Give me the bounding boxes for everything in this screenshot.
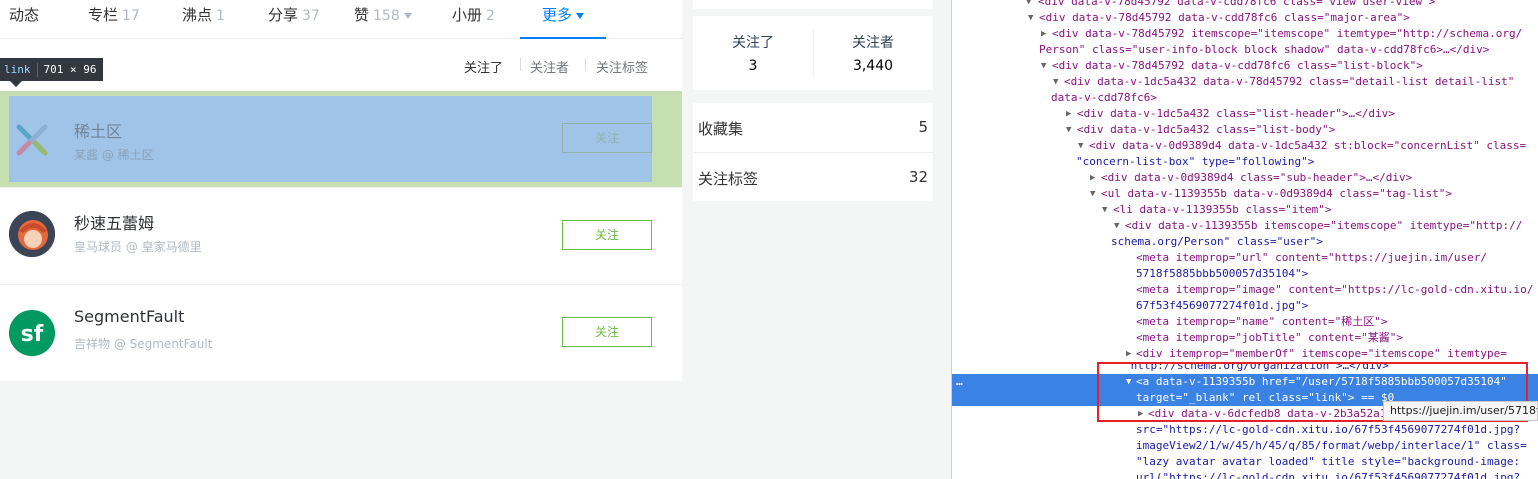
expanded-arrow-icon: ▼ [1053, 77, 1059, 87]
expanded-arrow-icon: ▼ [1041, 61, 1047, 71]
tab-likes[interactable]: 赞 158 [354, 0, 412, 39]
user-card-bottom [693, 0, 933, 9]
dom-node[interactable]: ▼ <div data-v-78d45792 data-v-cdd78fc6 cl… [952, 10, 1538, 26]
dom-node: imageView2/1/w/45/h/45/q/85/format/webp/… [1136, 439, 1527, 452]
dom-node: 5718f5885bbb500057d35104"> [1136, 267, 1309, 280]
collapsed-arrow-icon: ▶ [1041, 29, 1047, 39]
dom-node[interactable]: ▼ <div data-v-1dc5a432 data-v-78d45792 cl… [952, 74, 1538, 90]
avatar[interactable] [9, 211, 55, 257]
user-info: 皇马球员 @ 皇家马德里 [74, 240, 202, 254]
follow-button[interactable]: 关注 [562, 317, 652, 347]
followers-stat[interactable]: 关注者 3,440 [813, 32, 933, 74]
dom-node: url("https://lc-gold-cdn.xitu.io/67f53f4… [1136, 471, 1521, 479]
expanded-arrow-icon: ▼ [1028, 13, 1034, 23]
dom-node[interactable]: <meta itemprop="name" content="稀土区"> [952, 314, 1538, 330]
following-stat[interactable]: 关注了 3 [693, 32, 813, 74]
dom-node[interactable]: ▼ <ul data-v-1139355b data-v-0d9389d4 cla… [952, 186, 1538, 202]
user-name[interactable]: 稀土区 [74, 118, 122, 142]
dom-node: data-v-cdd78fc6> [1051, 91, 1157, 104]
dom-node: Person" class="user-info-block block sha… [1039, 43, 1490, 56]
dom-node[interactable]: ▼ <div data-v-78d45792 data-v-cdd78fc6 cl… [952, 58, 1538, 74]
dom-node: schema.org/Person" class="user"> [1111, 235, 1323, 248]
dom-node[interactable]: <meta itemprop="jobTitle" content="某酱"> [952, 330, 1538, 346]
chevron-down-icon [403, 12, 412, 19]
dom-node: 67f53f4569077274f01d.jpg"> [1136, 299, 1309, 312]
expanded-arrow-icon: ▼ [1114, 221, 1120, 231]
profile-main: 动态 专栏 17 沸点 1 分享 37 赞 158 小册 2 更多 关注了 关注者 关注标… [0, 0, 682, 479]
tab-activity[interactable]: 动态 [9, 0, 39, 39]
dom-node[interactable]: ▼ <div data-v-78d45792 data-v-cdd78fc6 cl… [952, 0, 1538, 10]
dom-node: "http://schema.org/Organization">…</div> [1124, 362, 1389, 372]
segmentfault-logo-icon: sf [9, 310, 55, 356]
collapsed-arrow-icon: ▶ [1066, 109, 1072, 119]
dom-node[interactable]: ▶ <div data-v-1dc5a432 class="list-header… [952, 106, 1538, 122]
follow-button[interactable]: 关注 [562, 123, 652, 153]
dom-node[interactable]: ▼ <li data-v-1139355b class="item"> [952, 202, 1538, 218]
divider [36, 63, 38, 77]
xitu-logo-icon [16, 124, 48, 156]
dom-node[interactable]: <meta itemprop="url" content="https://ju… [952, 250, 1538, 266]
dom-node: src="https://lc-gold-cdn.xitu.io/67f53f4… [1136, 423, 1521, 436]
user-name[interactable]: 秒速五蕾姆 [74, 210, 154, 234]
user-info: 某酱 @ 稀土区 [74, 148, 154, 162]
dom-node[interactable]: ▶ <div data-v-0d9389d4 class="sub-header"… [952, 170, 1538, 186]
collections-row[interactable]: 收藏集 5 [693, 103, 933, 152]
inspector-tooltip: link 701 × 96 [0, 58, 104, 87]
expanded-arrow-icon: ▼ [1078, 141, 1084, 151]
anime-avatar-icon [9, 211, 55, 257]
list-item[interactable]: 稀土区 某酱 @ 稀土区 关注 [0, 91, 682, 188]
tooltip-size: 701 × 96 [43, 63, 97, 76]
tab-booklets[interactable]: 小册 2 [452, 0, 495, 39]
dom-node[interactable]: ▶ <div data-v-78d45792 itemscope="itemsco… [952, 26, 1538, 42]
user-info: 吉祥物 @ SegmentFault [74, 337, 213, 351]
subtab-followers[interactable]: 关注者 [530, 57, 569, 76]
expanded-arrow-icon: ▼ [1102, 205, 1108, 215]
divider [520, 58, 521, 71]
profile-tabs: 动态 专栏 17 沸点 1 分享 37 赞 158 小册 2 更多 [0, 0, 682, 39]
follow-button[interactable]: 关注 [562, 220, 652, 250]
collapsed-arrow-icon: ▶ [1090, 173, 1096, 183]
more-stats: 收藏集 5 关注标签 32 [693, 103, 933, 201]
tooltip-tag: link [4, 63, 31, 76]
more-options-icon[interactable]: … [956, 374, 963, 390]
following-list: 稀土区 某酱 @ 稀土区 关注 秒速五蕾姆 皇马球员 @ 皇家马德里 关注 sf… [0, 91, 682, 381]
dom-node[interactable]: ▶ <div itemprop="memberOf" itemscope="ite… [952, 346, 1538, 362]
expanded-arrow-icon: ▼ [1026, 0, 1032, 7]
divider [585, 58, 586, 71]
chevron-down-icon [576, 12, 585, 19]
dom-node[interactable]: ▼ <div data-v-1139355b itemscope="itemsco… [952, 218, 1538, 234]
profile-sidebar: 关注了 3 关注者 3,440 收藏集 5 关注标签 32 [693, 0, 933, 479]
expanded-arrow-icon: ▼ [1126, 377, 1132, 387]
svg-text:sf: sf [21, 322, 44, 347]
dom-node: "concern-list-box" type="following"> [1076, 155, 1315, 168]
tab-pins[interactable]: 沸点 1 [182, 0, 225, 39]
tags-row[interactable]: 关注标签 32 [693, 152, 933, 201]
dom-node[interactable]: ▼ <div data-v-1dc5a432 class="list-body"> [952, 122, 1538, 138]
dom-node[interactable]: ▼ <div data-v-0d9389d4 data-v-1dc5a432 st… [952, 138, 1538, 154]
collapsed-arrow-icon: ▶ [1126, 349, 1132, 359]
collapsed-arrow-icon: ▶ [1138, 409, 1144, 419]
subtab-following[interactable]: 关注了 [464, 57, 503, 76]
subtab-tags[interactable]: 关注标签 [596, 57, 648, 76]
expanded-arrow-icon: ▼ [1090, 189, 1096, 199]
list-item[interactable]: 秒速五蕾姆 皇马球员 @ 皇家马德里 关注 [0, 188, 682, 285]
follow-stats: 关注了 3 关注者 3,440 [693, 16, 933, 90]
list-item[interactable]: sf SegmentFault 吉祥物 @ SegmentFault 关注 [0, 285, 682, 382]
tab-more[interactable]: 更多 [520, 0, 607, 39]
tab-shares[interactable]: 分享 37 [268, 0, 320, 39]
dom-node: "lazy avatar avatar loaded" title style=… [1136, 455, 1521, 468]
expanded-arrow-icon: ▼ [1066, 125, 1072, 135]
avatar[interactable] [9, 117, 55, 163]
tab-posts[interactable]: 专栏 17 [88, 0, 140, 39]
avatar[interactable]: sf [9, 310, 55, 356]
dom-node[interactable]: <meta itemprop="image" content="https://… [952, 282, 1538, 298]
url-tooltip: https://juejin.im/user/5718f5 [1383, 401, 1538, 421]
user-name[interactable]: SegmentFault [74, 307, 184, 326]
